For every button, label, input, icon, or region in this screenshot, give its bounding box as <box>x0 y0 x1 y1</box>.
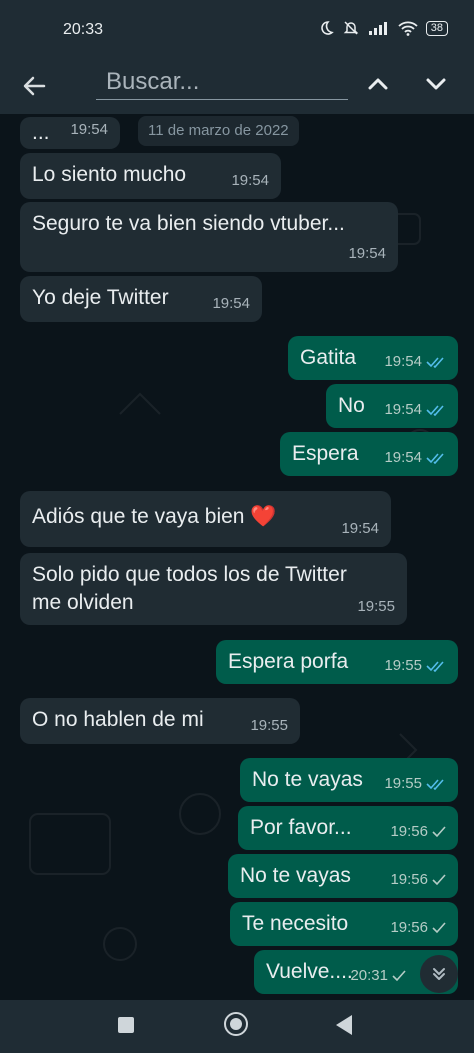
message-text: O no hablen de mi <box>32 708 204 731</box>
message-time: 19:55 <box>357 598 395 615</box>
search-header <box>0 58 474 114</box>
message-incoming[interactable]: Yo deje Twitter 19:54 <box>20 276 262 322</box>
double-check-icon <box>426 779 444 790</box>
recents-square-icon[interactable] <box>118 1017 134 1033</box>
message-outgoing[interactable]: Espera porfa 19:55 <box>216 640 458 684</box>
message-text: Espera porfa <box>228 650 349 673</box>
bell-off-icon <box>343 21 359 35</box>
check-icon <box>432 826 446 838</box>
message-text: No te vayas <box>240 864 351 887</box>
double-check-icon <box>426 357 444 368</box>
message-outgoing[interactable]: Gatita 19:54 <box>288 336 458 380</box>
message-time: 19:54 <box>384 348 446 376</box>
message-time: 19:54 <box>70 121 108 138</box>
message-time: 19:54 <box>384 396 446 424</box>
message-time: 19:55 <box>384 770 446 798</box>
message-incoming[interactable]: Adiós que te vaya bien ❤️ 19:54 <box>20 491 391 547</box>
message-time: 19:55 <box>250 717 288 734</box>
message-outgoing[interactable]: Espera 19:54 <box>280 432 458 476</box>
message-time: 20:31 <box>350 962 406 990</box>
message-time: 19:54 <box>348 245 386 262</box>
message-text: Por favor... <box>250 816 352 839</box>
message-time: 19:56 <box>390 914 446 942</box>
double-check-icon <box>426 405 444 416</box>
wifi-icon <box>398 21 418 36</box>
date-chip: 11 de marzo de 2022 <box>138 116 299 146</box>
check-icon <box>432 922 446 934</box>
message-text: Espera <box>292 442 359 465</box>
status-time: 20:33 <box>63 21 104 38</box>
message-time: 19:56 <box>390 818 446 846</box>
message-outgoing[interactable]: Te necesito 19:56 <box>230 902 458 946</box>
status-icons: 38 <box>318 19 448 37</box>
chevron-down-icon[interactable] <box>420 68 452 100</box>
message-time: 19:56 <box>390 866 446 894</box>
message-text: No te vayas <box>252 768 363 791</box>
message-text: Solo pido que todos los de Twitter me ol… <box>32 563 347 614</box>
check-icon <box>392 970 406 982</box>
check-icon <box>432 874 446 886</box>
system-navigation-bar <box>0 1000 474 1053</box>
message-incoming[interactable]: O no hablen de mi 19:55 <box>20 698 300 744</box>
message-text: ... <box>32 121 50 144</box>
message-text: Lo siento mucho <box>32 163 187 186</box>
message-text: Te necesito <box>242 912 349 935</box>
battery-icon: 38 <box>425 20 448 36</box>
message-time: 19:55 <box>384 652 446 680</box>
scroll-to-bottom-button[interactable] <box>420 955 458 993</box>
message-outgoing[interactable]: No te vayas 19:55 <box>240 758 458 802</box>
message-text: Yo deje Twitter <box>32 286 169 309</box>
search-input[interactable] <box>96 64 348 100</box>
status-bar: 20:33 38 <box>0 0 474 58</box>
signal-icon <box>368 22 387 35</box>
message-text: Seguro te va bien siendo vtuber... <box>32 212 345 235</box>
message-outgoing[interactable]: No te vayas 19:56 <box>228 854 458 898</box>
double-chevron-down-icon <box>433 968 445 980</box>
double-check-icon <box>426 661 444 672</box>
message-time: 19:54 <box>231 172 269 189</box>
message-incoming[interactable]: Seguro te va bien siendo vtuber... 19:54 <box>20 202 398 272</box>
back-arrow-icon[interactable] <box>18 70 50 102</box>
message-time: 19:54 <box>384 444 446 472</box>
message-text: Gatita <box>300 346 357 369</box>
message-text: Adiós que te vaya bien ❤️ <box>32 505 277 528</box>
message-text: Vuelve.... <box>266 960 353 983</box>
moon-icon <box>320 21 334 35</box>
message-incoming[interactable]: Solo pido que todos los de Twitter me ol… <box>20 553 407 625</box>
home-circle-icon[interactable] <box>224 1012 248 1036</box>
message-text: No <box>338 394 365 417</box>
chevron-up-icon[interactable] <box>362 68 394 100</box>
message-incoming[interactable]: Lo siento mucho 19:54 <box>20 153 281 199</box>
message-outgoing[interactable]: No 19:54 <box>326 384 458 428</box>
back-triangle-icon[interactable] <box>336 1015 352 1035</box>
message-incoming[interactable]: ... 19:54 <box>20 117 120 149</box>
message-outgoing[interactable]: Por favor... 19:56 <box>238 806 458 850</box>
message-time: 19:54 <box>341 520 379 537</box>
double-check-icon <box>426 453 444 464</box>
message-time: 19:54 <box>212 295 250 312</box>
